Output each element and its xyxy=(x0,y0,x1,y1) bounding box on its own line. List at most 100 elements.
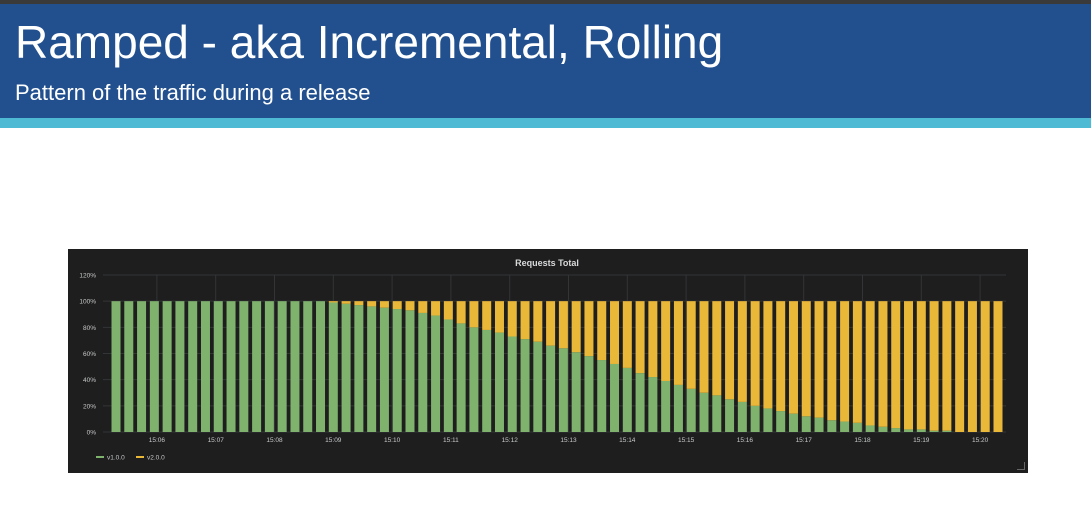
bar-v1.0.0 xyxy=(341,303,351,432)
bar-v2.0.0 xyxy=(686,301,696,389)
bar-v2.0.0 xyxy=(494,301,504,333)
bar-v1.0.0 xyxy=(904,429,914,432)
chart-bars xyxy=(111,301,1003,432)
legend-label[interactable]: v2.0.0 xyxy=(147,455,165,462)
bar-v1.0.0 xyxy=(303,301,313,432)
bar-v2.0.0 xyxy=(443,301,453,320)
x-tick-label: 15:10 xyxy=(384,437,401,444)
bar-v1.0.0 xyxy=(712,395,722,432)
slide-title: Ramped - aka Incremental, Rolling xyxy=(15,16,724,68)
bar-v1.0.0 xyxy=(162,301,172,432)
bar-v2.0.0 xyxy=(597,301,607,361)
bar-v1.0.0 xyxy=(137,301,147,432)
bar-v2.0.0 xyxy=(699,301,709,393)
bar-v1.0.0 xyxy=(597,360,607,432)
bar-v2.0.0 xyxy=(661,301,671,381)
bar-v2.0.0 xyxy=(392,301,402,310)
bar-v1.0.0 xyxy=(635,373,645,432)
bar-v1.0.0 xyxy=(328,302,338,432)
bar-v1.0.0 xyxy=(891,428,901,432)
bar-v2.0.0 xyxy=(533,301,543,342)
x-tick-label: 15:14 xyxy=(619,437,636,444)
slide-subtitle: Pattern of the traffic during a release xyxy=(15,80,371,105)
bar-v2.0.0 xyxy=(904,301,914,430)
bar-v1.0.0 xyxy=(916,429,926,432)
bar-v2.0.0 xyxy=(622,301,632,368)
bar-v1.0.0 xyxy=(200,301,210,432)
bar-v1.0.0 xyxy=(942,430,952,432)
bar-v1.0.0 xyxy=(929,430,939,432)
bar-v1.0.0 xyxy=(277,301,287,432)
bar-v2.0.0 xyxy=(431,301,441,316)
bar-v1.0.0 xyxy=(379,307,389,432)
bar-v1.0.0 xyxy=(571,352,581,432)
bar-v2.0.0 xyxy=(469,301,479,328)
bar-v2.0.0 xyxy=(827,301,837,421)
bar-v1.0.0 xyxy=(124,301,134,432)
bar-v2.0.0 xyxy=(929,301,939,431)
x-tick-label: 15:07 xyxy=(208,437,225,444)
bar-v2.0.0 xyxy=(878,301,888,427)
bar-v1.0.0 xyxy=(188,301,198,432)
bar-v1.0.0 xyxy=(533,341,543,432)
bar-v1.0.0 xyxy=(648,377,658,432)
bar-v1.0.0 xyxy=(520,339,530,432)
bar-v1.0.0 xyxy=(686,388,696,432)
bar-v2.0.0 xyxy=(891,301,901,429)
bar-v1.0.0 xyxy=(763,408,773,432)
bar-v1.0.0 xyxy=(699,392,709,432)
bar-v1.0.0 xyxy=(431,315,441,432)
bar-v2.0.0 xyxy=(852,301,862,423)
bar-v2.0.0 xyxy=(737,301,747,402)
y-axis: 0% 20% 40% 60% 80% 100% 120% xyxy=(79,273,96,437)
bar-v1.0.0 xyxy=(776,411,786,432)
legend-label[interactable]: v1.0.0 xyxy=(107,455,125,462)
x-tick-label: 15:20 xyxy=(972,437,989,444)
bar-v2.0.0 xyxy=(840,301,850,422)
bar-v1.0.0 xyxy=(252,301,262,432)
bar-v2.0.0 xyxy=(725,301,735,400)
bar-v2.0.0 xyxy=(788,301,798,414)
chart-legend: v1.0.0 v2.0.0 xyxy=(96,455,165,462)
bar-v2.0.0 xyxy=(865,301,875,426)
chart-panel: Requests Total 0% 20% 40% 60% 80% 100% 120% 15… xyxy=(68,249,1028,473)
bar-v1.0.0 xyxy=(239,301,249,432)
bar-v2.0.0 xyxy=(635,301,645,374)
y-tick-label: 0% xyxy=(87,430,97,437)
bar-v1.0.0 xyxy=(149,301,159,432)
bar-v1.0.0 xyxy=(316,301,326,432)
chart-title: Requests Total xyxy=(515,258,579,268)
bar-v1.0.0 xyxy=(737,401,747,432)
bar-v1.0.0 xyxy=(584,356,594,432)
bar-v2.0.0 xyxy=(712,301,722,396)
bar-v1.0.0 xyxy=(750,405,760,432)
resize-handle-icon[interactable] xyxy=(1017,462,1025,470)
bar-v1.0.0 xyxy=(175,301,185,432)
bar-v1.0.0 xyxy=(494,332,504,432)
bar-v1.0.0 xyxy=(469,327,479,432)
bar-v2.0.0 xyxy=(456,301,466,324)
bar-v1.0.0 xyxy=(290,301,300,432)
bar-v1.0.0 xyxy=(865,425,875,432)
bar-v1.0.0 xyxy=(213,301,223,432)
bar-v2.0.0 xyxy=(776,301,786,412)
accent-bar xyxy=(0,118,1091,128)
x-tick-label: 15:18 xyxy=(854,437,871,444)
bar-v2.0.0 xyxy=(916,301,926,430)
bar-v2.0.0 xyxy=(942,301,952,431)
bar-v1.0.0 xyxy=(264,301,274,432)
bar-v1.0.0 xyxy=(226,301,236,432)
bar-v2.0.0 xyxy=(955,301,965,432)
bar-v2.0.0 xyxy=(610,301,620,364)
bar-v2.0.0 xyxy=(967,301,977,432)
bar-v1.0.0 xyxy=(405,310,415,432)
bar-v1.0.0 xyxy=(456,323,466,432)
bar-v1.0.0 xyxy=(507,336,517,432)
bar-v2.0.0 xyxy=(405,301,415,311)
bar-v2.0.0 xyxy=(558,301,568,349)
bar-v1.0.0 xyxy=(827,420,837,432)
bar-v2.0.0 xyxy=(379,301,389,308)
bar-v2.0.0 xyxy=(673,301,683,385)
bar-v1.0.0 xyxy=(546,345,556,432)
y-tick-label: 80% xyxy=(83,325,96,332)
